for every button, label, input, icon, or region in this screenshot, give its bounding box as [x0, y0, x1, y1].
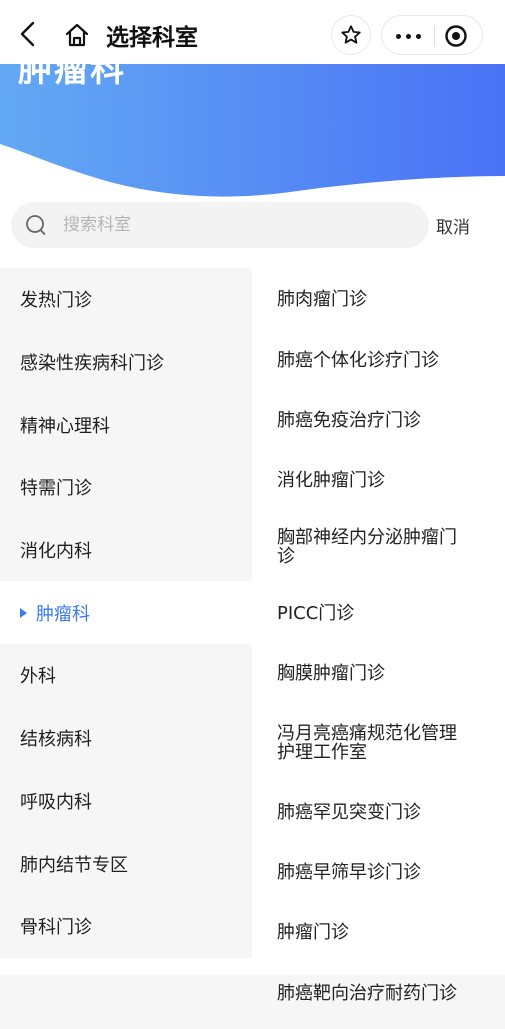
department-item[interactable]: 精神心理科 [0, 393, 252, 457]
clinic-label-line: 诊 [277, 546, 295, 567]
clinic-label-line: PICC门诊 [277, 602, 355, 624]
clinic-label-line: 护理工作室 [277, 742, 367, 763]
clinic-label-line: 肺癌免疫治疗门诊 [277, 409, 421, 431]
clinic-label-line: 胸部神经内分泌肿瘤门 [277, 527, 457, 548]
department-label: 特需门诊 [20, 478, 92, 500]
department-label: 肺内结节专区 [20, 854, 128, 876]
clinic-label-line: 肺肉瘤门诊 [277, 288, 367, 310]
clinic-item[interactable]: 消化肿瘤门诊 [252, 450, 505, 510]
department-item[interactable]: 感染性疾病科门诊 [0, 330, 252, 394]
clinic-item[interactable]: 肺癌早筛早诊门诊 [252, 842, 505, 902]
clinic-item[interactable]: 胸部神经内分泌肿瘤门诊 [252, 510, 505, 584]
star-outline-icon [341, 25, 361, 44]
clinic-item[interactable]: PICC门诊 [252, 584, 505, 642]
clinic-list: 肺肉瘤门诊肺癌个体化诊疗门诊 肺癌免疫治疗门诊 消化肿瘤门诊胸部神经内分泌肿瘤门诊 P… [252, 268, 505, 1024]
banner-title: 肿瘤科 [18, 64, 126, 90]
clinic-label-line: 肿瘤门诊 [277, 921, 349, 943]
clinic-label-line: 冯月亮癌痛规范化管理 [277, 723, 457, 744]
department-item[interactable]: 肺内结节专区 [0, 832, 252, 895]
clinic-item[interactable]: 肿瘤门诊 [252, 902, 505, 962]
clinic-item[interactable]: 肺癌罕见突变门诊 [252, 782, 505, 842]
clinic-label: PICC门诊 [277, 604, 354, 623]
favorite-button[interactable] [331, 15, 371, 55]
clinic-label: 肺癌靶向治疗耐药门诊 [277, 984, 457, 1003]
department-item[interactable]: 发热门诊 [0, 268, 252, 331]
more-dots-icon[interactable] [396, 34, 421, 39]
department-label: 发热门诊 [20, 290, 92, 312]
clinic-label: 肺癌个体化诊疗门诊 [277, 351, 439, 370]
department-label: 精神心理科 [20, 415, 110, 437]
department-banner: 肿瘤科 [0, 64, 505, 204]
clinic-label-line: 肺癌靶向治疗耐药门诊 [277, 982, 457, 1004]
clinic-label-line: 胸膜肿瘤门诊 [277, 662, 385, 684]
home-icon[interactable] [64, 22, 90, 48]
menu-capsule [381, 15, 483, 55]
clinic-label-line: 肺癌早筛早诊门诊 [277, 861, 421, 883]
chevron-left-icon[interactable] [16, 20, 40, 48]
department-label: 消化内科 [20, 541, 92, 563]
department-item[interactable]: 肿瘤科 [0, 581, 252, 645]
clinic-item[interactable]: 胸膜肿瘤门诊 [252, 642, 505, 704]
clinic-label-line: 肺癌个体化诊疗门诊 [277, 349, 439, 371]
department-item[interactable]: 结核病科 [0, 706, 252, 770]
page-title: 选择科室 [106, 25, 198, 51]
department-label: 呼吸内科 [20, 791, 92, 813]
clinic-item[interactable]: 肺癌个体化诊疗门诊 [252, 330, 505, 390]
clinic-item[interactable]: 肺癌免疫治疗门诊 [252, 390, 505, 450]
clinic-label: 肺肉瘤门诊 [277, 290, 367, 309]
clinic-label: 胸膜肿瘤门诊 [277, 664, 385, 683]
clinic-label: 消化肿瘤门诊 [277, 471, 385, 490]
department-item[interactable]: 特需门诊 [0, 456, 252, 519]
department-label: 外科 [20, 666, 56, 688]
clinic-item[interactable]: 冯月亮癌痛规范化管理 护理工作室 [252, 704, 505, 782]
department-item[interactable]: 消化内科 [0, 518, 252, 582]
clinic-item[interactable]: 肺癌靶向治疗耐药门诊 [252, 962, 505, 1024]
target-circle-icon[interactable] [444, 24, 468, 48]
department-label: 感染性疾病科门诊 [20, 353, 164, 375]
clinic-label: 肿瘤门诊 [277, 923, 349, 942]
department-list: 发热门诊感染性疾病科门诊 精神心理科特需门诊消化内科肿瘤科外科结核病科呼吸内科肺内… [0, 268, 252, 958]
department-label: 结核病科 [20, 729, 92, 751]
clinic-item[interactable]: 肺肉瘤门诊 [252, 268, 505, 330]
clinic-label-line: 肺癌罕见突变门诊 [277, 801, 421, 823]
cancel-button[interactable]: 取消 [436, 213, 470, 238]
clinic-label: 肺癌免疫治疗门诊 [277, 411, 421, 430]
search-icon [26, 215, 46, 235]
navigation-bar: 选择科室 [0, 0, 505, 64]
department-label: 骨科门诊 [20, 917, 92, 939]
clinic-label: 冯月亮癌痛规范化管理 护理工作室 [277, 724, 457, 762]
search-input[interactable] [63, 212, 403, 238]
department-label: 肿瘤科 [36, 603, 90, 625]
clinic-label: 肺癌早筛早诊门诊 [277, 863, 421, 882]
capsule-divider [434, 26, 435, 46]
department-item[interactable]: 骨科门诊 [0, 894, 252, 958]
search-bar [11, 202, 429, 248]
department-item[interactable]: 呼吸内科 [0, 769, 252, 833]
clinic-label: 肺癌罕见突变门诊 [277, 803, 421, 822]
clinic-label-line: 消化肿瘤门诊 [277, 469, 385, 491]
department-item[interactable]: 外科 [0, 644, 252, 707]
selected-triangle-icon [20, 607, 27, 618]
clinic-label: 胸部神经内分泌肿瘤门诊 [277, 528, 457, 566]
